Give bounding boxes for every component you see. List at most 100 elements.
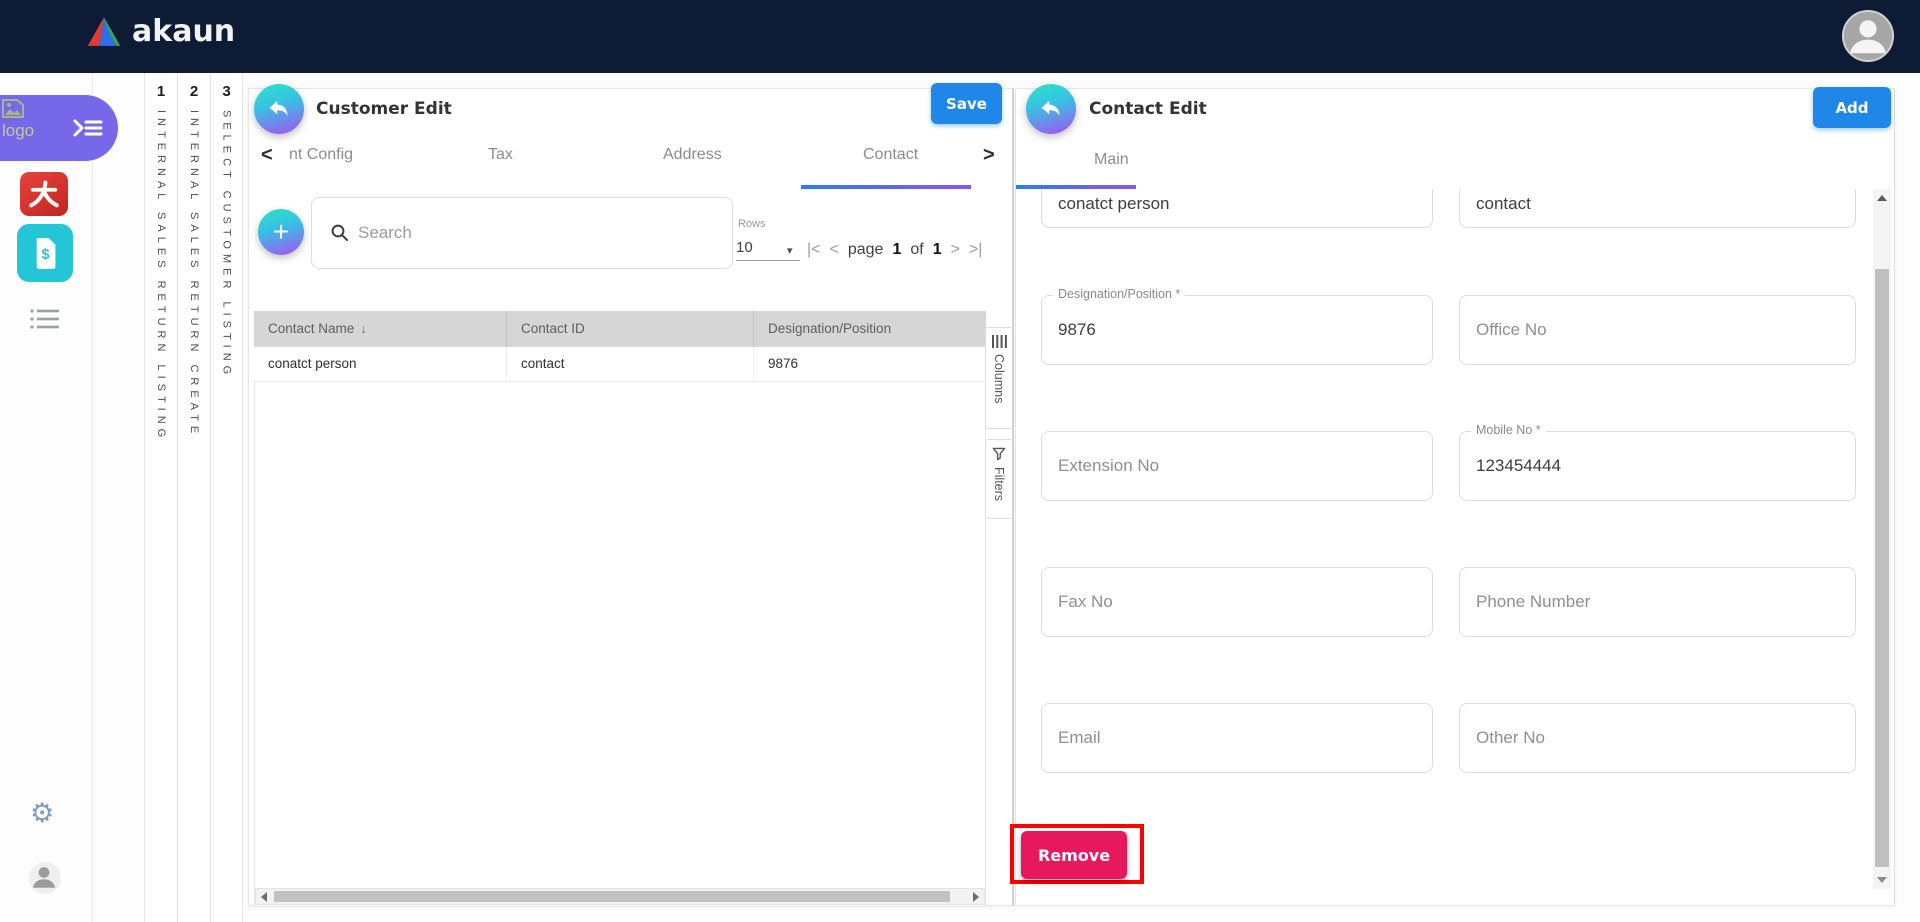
contact-id-field[interactable]: contact [1459,189,1856,228]
field-placeholder: Email [1058,728,1101,747]
page-word: page [847,241,884,258]
field-placeholder: Extension No [1058,456,1160,475]
app-tile-billing[interactable]: $ [17,224,73,282]
first-page-button[interactable]: |< [807,241,821,259]
table-header-row: Contact Name ↓ Contact ID Designation/Pos… [254,311,986,347]
list-icon[interactable] [29,306,61,332]
filters-tool-tab[interactable]: Filters [985,439,1013,519]
table-row[interactable]: conatct person contact 9876 [254,347,986,382]
customer-edit-panel: Customer Edit Save < nt Config Tax Addre… [248,83,1013,907]
back-button[interactable] [1026,84,1076,134]
chinese-char-app-icon [29,180,59,208]
cell-contact-name[interactable]: conatct person [254,347,506,381]
columns-label: Columns [992,354,1006,404]
step-number: 1 [156,83,166,100]
rail-user-icon[interactable] [29,862,61,894]
search-box [311,197,733,269]
table-frame [254,311,986,907]
next-page-button[interactable]: > [951,241,960,259]
columns-icon [991,335,1007,348]
contact-name-field[interactable]: conatct person [1041,189,1433,228]
fax-no-field[interactable]: Fax No [1041,567,1433,637]
person-icon [1850,20,1886,54]
field-value: 9876 [1058,320,1096,339]
mobile-no-field[interactable]: Mobile No * 123454444 [1459,423,1856,501]
step-tab-2[interactable]: 2 INTERNAL SALES RETURN CREATE [177,73,210,922]
email-field[interactable]: Email [1041,703,1433,773]
field-value: conatct person [1058,194,1170,213]
tabs-scroll-left[interactable]: < [261,145,273,165]
top-header: akaun [0,0,1920,73]
filters-label: Filters [992,467,1006,502]
rows-label: Rows [738,218,766,230]
back-button[interactable] [254,84,304,134]
tabs-scroll-right[interactable]: > [983,145,995,165]
add-button[interactable]: Add [1813,87,1891,128]
gear-icon[interactable]: ⚙ [30,800,54,827]
scroll-left-arrow[interactable] [261,892,267,902]
of-word: of [910,241,924,258]
contact-edit-panel: Contact Edit Add Main conatct person con… [1010,84,1895,906]
akaun-triangle-icon [87,17,121,46]
search-icon [331,224,348,241]
prev-page-button[interactable]: < [830,241,839,259]
step-tab-3[interactable]: 3 SELECT CUSTOMER LISTING [210,73,243,922]
total-pages: 1 [932,241,942,258]
plus-icon: + [272,216,290,247]
column-header-label: Contact ID [521,321,585,336]
office-no-field[interactable]: Office No [1459,295,1856,365]
designation-field[interactable]: Designation/Position * 9876 [1041,287,1433,365]
pagination: |< < page 1 of 1 > >| [807,241,982,259]
scrollbar-thumb[interactable] [1875,269,1889,867]
tab-payment-config[interactable]: nt Config [289,146,353,164]
search-input[interactable] [358,223,688,243]
rail-divider [92,73,93,922]
field-placeholder: Other No [1476,728,1545,747]
app-tile-red[interactable] [20,172,68,216]
scroll-down-arrow[interactable] [1877,877,1887,883]
tab-tax[interactable]: Tax [488,146,513,164]
panel-title: Customer Edit [316,99,452,119]
cell-designation[interactable]: 9876 [753,347,986,381]
field-label: Designation/Position * [1053,287,1186,301]
save-button[interactable]: Save [931,83,1002,124]
brand-logo: akaun [86,14,235,49]
tab-address[interactable]: Address [663,146,722,164]
field-value: 123454444 [1476,456,1562,475]
column-header-contact-id[interactable]: Contact ID [506,311,753,347]
user-avatar[interactable] [1842,10,1894,62]
step-label: SELECT CUSTOMER LISTING [220,110,233,380]
field-placeholder: Fax No [1058,592,1113,611]
chevron-down-icon[interactable]: ▾ [787,244,793,257]
phone-number-field[interactable]: Phone Number [1459,567,1856,637]
scroll-right-arrow[interactable] [973,892,979,902]
workspace-banner[interactable]: logo [0,95,118,161]
brand-name: akaun [132,14,236,49]
extension-no-field[interactable]: Extension No [1041,431,1433,501]
last-page-button[interactable]: >| [969,241,983,259]
form-row-clipped: conatct person contact [1016,189,1872,251]
tab-contact[interactable]: Contact [863,146,918,164]
vertical-scrollbar[interactable] [1873,189,1891,889]
scrollbar-thumb[interactable] [274,891,950,902]
sort-desc-icon[interactable]: ↓ [360,321,367,336]
menu-expand-icon[interactable] [72,117,104,139]
remove-button[interactable]: Remove [1021,831,1127,879]
column-header-contact-name[interactable]: Contact Name ↓ [254,311,506,347]
add-contact-button[interactable]: + [258,209,304,255]
app-root: akaun logo $ ⚙ 1 INTERNAL SALES RETURN L… [0,0,1920,922]
step-tab-1[interactable]: 1 INTERNAL SALES RETURN LISTING [144,73,177,922]
step-label: INTERNAL SALES RETURN LISTING [155,110,167,443]
current-page: 1 [892,241,902,258]
svg-text:$: $ [41,247,49,263]
horizontal-scrollbar[interactable] [255,888,985,905]
filters-icon [992,447,1006,461]
cell-contact-id[interactable]: contact [506,347,753,381]
logo-alt-text: logo [2,121,35,140]
panel-title: Contact Edit [1089,99,1207,119]
columns-tool-tab[interactable]: Columns [985,327,1013,429]
other-no-field[interactable]: Other No [1459,703,1856,773]
tab-main[interactable]: Main [1094,151,1129,169]
column-header-designation[interactable]: Designation/Position [753,311,986,347]
scroll-up-arrow[interactable] [1877,195,1887,201]
